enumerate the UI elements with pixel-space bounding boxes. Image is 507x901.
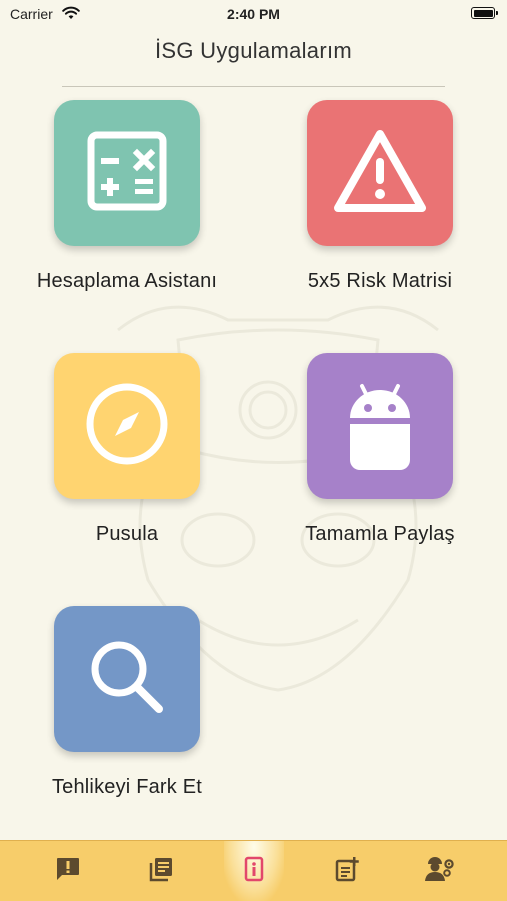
search-icon [87, 637, 167, 722]
complete-share-label[interactable]: Tamamla Paylaş [260, 523, 500, 546]
compass-label[interactable]: Pusula [7, 523, 247, 546]
compass-icon [84, 381, 170, 472]
tab-library[interactable] [111, 841, 211, 901]
android-icon [348, 376, 412, 477]
compass-tile[interactable] [54, 353, 200, 499]
hazard-spotting-label[interactable]: Tehlikeyi Fark Et [7, 776, 247, 799]
calculator-assistant-tile[interactable] [54, 100, 200, 246]
clock: 2:40 PM [227, 6, 280, 22]
status-bar: Carrier 2:40 PM [0, 0, 507, 28]
tab-alerts[interactable] [18, 841, 118, 901]
risk-matrix-label[interactable]: 5x5 Risk Matrisi [260, 270, 500, 293]
tab-worker-settings[interactable] [390, 841, 490, 901]
tab-info[interactable] [204, 841, 304, 901]
tab-add-note[interactable] [297, 841, 397, 901]
worker-settings-icon [425, 856, 455, 887]
calculator-icon [87, 131, 167, 216]
warning-icon [332, 128, 428, 219]
complete-share-tile[interactable] [307, 353, 453, 499]
title-divider [62, 86, 445, 87]
library-icon [148, 856, 174, 887]
battery-icon [471, 7, 498, 19]
calculator-assistant-label[interactable]: Hesaplama Asistanı [7, 270, 247, 293]
alert-message-icon [55, 856, 81, 887]
page-title: İSG Uygulamalarım [154, 38, 353, 63]
risk-matrix-tile[interactable] [307, 100, 453, 246]
add-note-icon [334, 856, 360, 887]
tab-bar [0, 840, 507, 901]
hazard-spotting-tile[interactable] [54, 606, 200, 752]
info-icon [241, 856, 267, 887]
